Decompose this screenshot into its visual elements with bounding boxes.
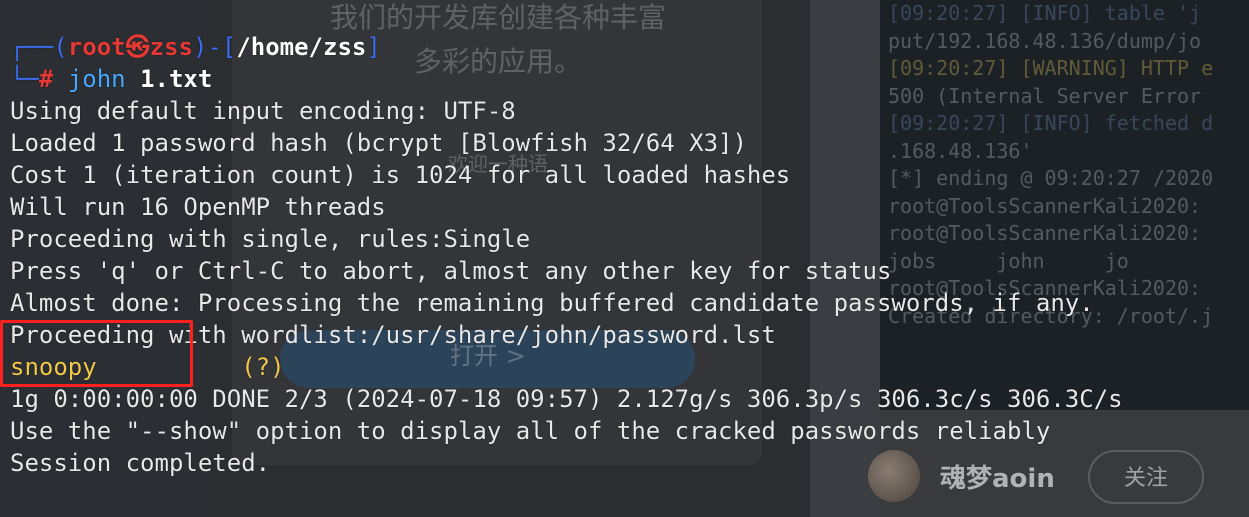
prompt-user: root (67, 33, 126, 61)
output-line: Press 'q' or Ctrl-C to abort, almost any… (10, 257, 892, 285)
command-arg: 1.txt (140, 65, 213, 93)
prompt-host: zss (149, 33, 193, 61)
output-line: Use the "--show" option to display all o… (10, 417, 1051, 445)
prompt-frame-top: ┌──( (10, 33, 68, 61)
terminal-output[interactable]: ┌──(root㉿zss)-[/home/zss] └─# john 1.txt… (0, 0, 1249, 517)
prompt-frame-mid: )-[ (192, 33, 237, 61)
output-line: Proceeding with single, rules:Single (10, 225, 531, 253)
output-line: Almost done: Processing the remaining bu… (10, 289, 1094, 317)
output-line: Will run 16 OpenMP threads (10, 193, 386, 221)
output-line: 1g 0:00:00:00 DONE 2/3 (2024-07-18 09:57… (10, 385, 1123, 413)
output-line: Loaded 1 password hash (bcrypt [Blowfish… (10, 129, 747, 157)
prompt-line-1: ┌──(root㉿zss)-[/home/zss] (0, 31, 1249, 63)
prompt-line-2: └─# john 1.txt (0, 63, 1249, 95)
prompt-at-icon: ㉿ (125, 33, 150, 61)
output-line: Cost 1 (iteration count) is 1024 for all… (10, 161, 791, 189)
red-highlight-box (0, 320, 193, 387)
prompt-frame-bottom: └─ (10, 65, 39, 93)
output-line: Using default input encoding: UTF-8 (10, 97, 516, 125)
prompt-frame-end: ] (366, 33, 381, 61)
output-line: Session completed. (10, 449, 271, 477)
prompt-hash: # (38, 65, 54, 93)
prompt-path: /home/zss (236, 33, 367, 61)
command: john (67, 65, 126, 93)
cracked-user: (?) (241, 353, 285, 381)
